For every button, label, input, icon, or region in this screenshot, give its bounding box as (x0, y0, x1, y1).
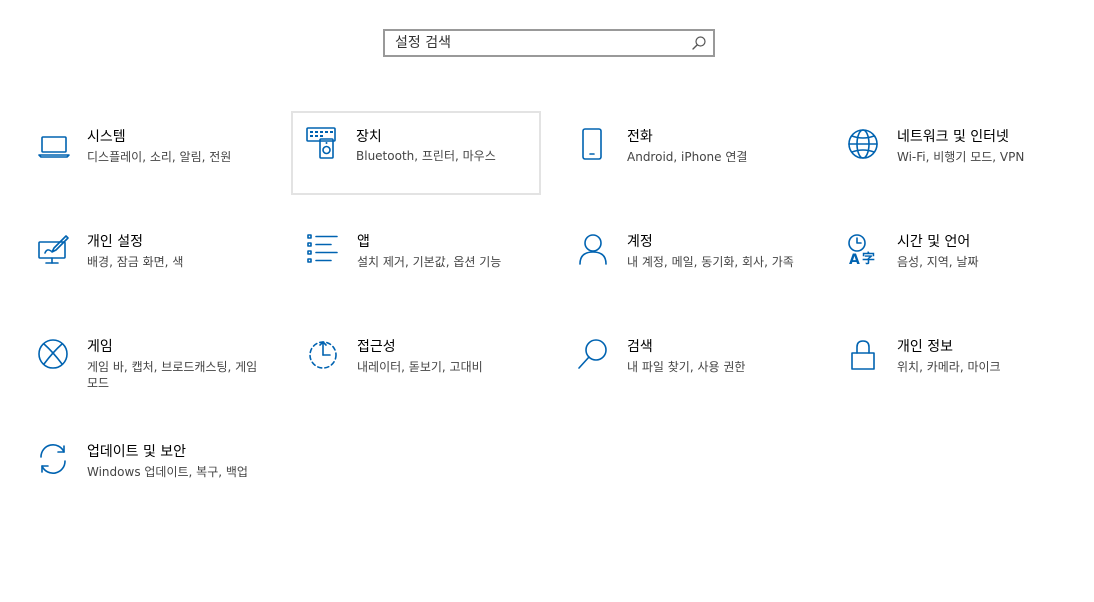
tile-network[interactable]: 네트워크 및 인터넷 Wi-Fi, 비행기 모드, VPN (845, 112, 1094, 196)
tile-update-security[interactable]: 업데이트 및 보안 Windows 업데이트, 복구, 백업 (35, 427, 285, 511)
tile-apps[interactable]: 앱 설치 제거, 기본값, 옵션 기능 (305, 217, 555, 301)
tile-title: 전화 (627, 129, 653, 145)
tile-privacy[interactable]: 개인 정보 위치, 카메라, 마이크 (845, 322, 1094, 406)
tile-description: Windows 업데이트, 복구, 백업 (87, 465, 248, 479)
tile-accessibility[interactable]: 접근성 내레이터, 돋보기, 고대비 (305, 322, 555, 406)
phone-icon (582, 128, 602, 160)
tile-title: 시간 및 언어 (897, 234, 971, 250)
sync-icon (40, 443, 66, 475)
tile-title: 시스템 (87, 129, 126, 145)
tile-description: 위치, 카메라, 마이크 (897, 360, 1001, 374)
personalization-icon (38, 235, 69, 264)
settings-search-box[interactable] (383, 29, 715, 57)
devices-icon (306, 127, 336, 159)
tile-phone[interactable]: 전화 Android, iPhone 연결 (575, 112, 825, 196)
svg-text:字: 字 (862, 251, 875, 267)
lock-icon (851, 340, 875, 370)
tile-personalization[interactable]: 개인 설정 배경, 잠금 화면, 색 (35, 217, 285, 301)
tile-devices[interactable]: 장치 Bluetooth, 프린터, 마우스 (291, 111, 541, 195)
tile-description: 내레이터, 돋보기, 고대비 (357, 360, 483, 374)
globe-icon (848, 129, 878, 159)
tile-title: 네트워크 및 인터넷 (897, 129, 1009, 145)
xbox-icon (38, 339, 68, 369)
person-icon (579, 234, 607, 265)
tile-title: 앱 (357, 234, 370, 250)
tile-description: 음성, 지역, 날짜 (897, 255, 979, 269)
tile-description: 디스플레이, 소리, 알림, 전원 (87, 150, 232, 164)
search-icon (578, 339, 607, 369)
svg-text:A: A (849, 252, 860, 267)
apps-list-icon (307, 234, 338, 263)
tile-title: 개인 정보 (897, 339, 953, 355)
tile-description: 설치 제거, 기본값, 옵션 기능 (357, 255, 502, 269)
tile-description: 배경, 잠금 화면, 색 (87, 255, 184, 269)
tile-time-language[interactable]: A 字 시간 및 언어 음성, 지역, 날짜 (845, 217, 1094, 301)
time-language-icon: A 字 (848, 234, 875, 267)
settings-search-input[interactable] (395, 31, 685, 55)
tile-title: 장치 (356, 129, 382, 145)
accessibility-icon (309, 341, 337, 369)
tile-title: 업데이트 및 보안 (87, 444, 187, 460)
tile-description: 게임 바, 캡처, 브로드캐스팅, 게임 모드 (87, 360, 258, 390)
search-icon[interactable] (691, 35, 707, 51)
tile-gaming[interactable]: 게임 게임 바, 캡처, 브로드캐스팅, 게임 모드 (35, 322, 285, 406)
tile-title: 개인 설정 (87, 234, 143, 250)
tile-accounts[interactable]: 계정 내 계정, 메일, 동기화, 회사, 가족 (575, 217, 825, 301)
settings-home: 시스템 디스플레이, 소리, 알림, 전원 장치 Bluetooth, 프린터,… (0, 0, 1094, 602)
tile-description: 내 계정, 메일, 동기화, 회사, 가족 (627, 255, 794, 269)
laptop-icon (38, 136, 70, 158)
tile-title: 검색 (627, 339, 653, 355)
tile-title: 게임 (87, 339, 113, 355)
tile-description: 내 파일 찾기, 사용 권한 (627, 360, 746, 374)
tile-system[interactable]: 시스템 디스플레이, 소리, 알림, 전원 (35, 112, 285, 196)
tile-description: Wi-Fi, 비행기 모드, VPN (897, 150, 1025, 164)
tile-description: Android, iPhone 연결 (627, 150, 748, 164)
tile-title: 접근성 (357, 339, 396, 355)
tile-title: 계정 (627, 234, 653, 250)
tile-search[interactable]: 검색 내 파일 찾기, 사용 권한 (575, 322, 825, 406)
tile-description: Bluetooth, 프린터, 마우스 (356, 149, 496, 163)
